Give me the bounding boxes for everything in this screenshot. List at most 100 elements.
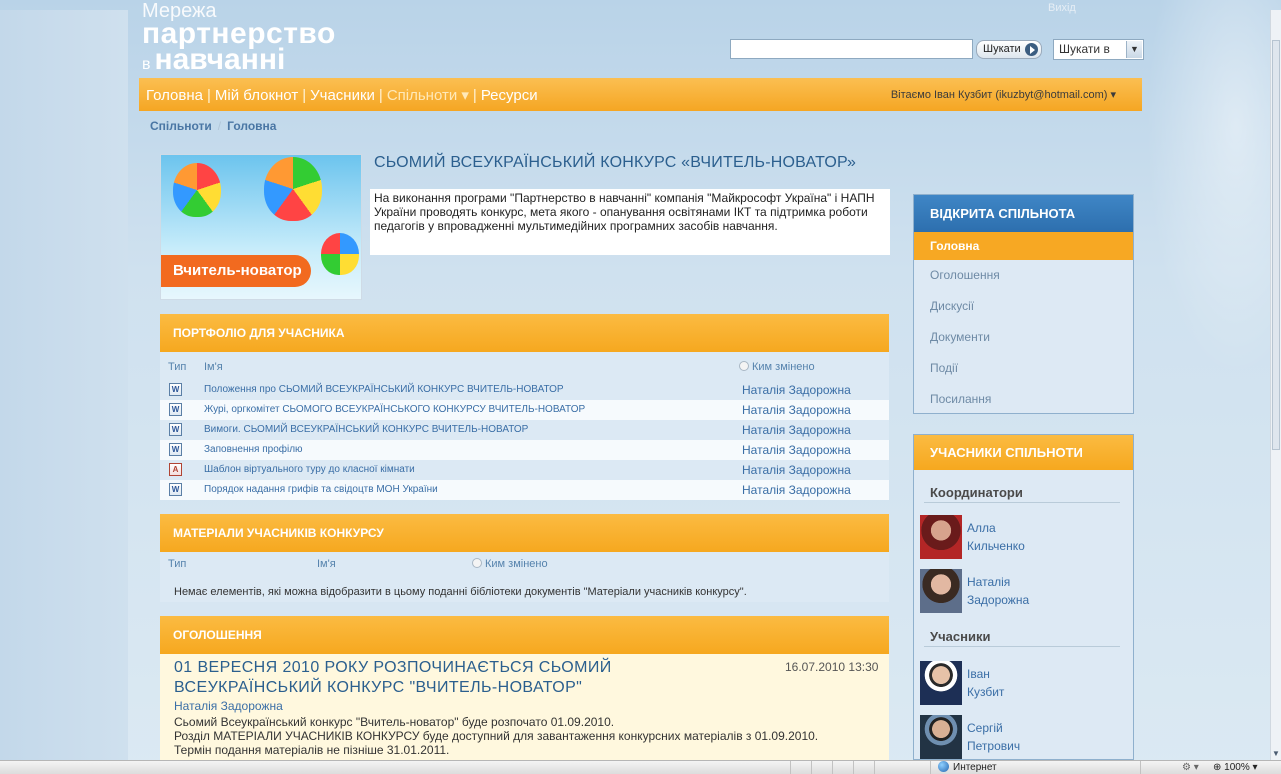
status-cell bbox=[811, 761, 812, 774]
table-row[interactable]: W Порядок надання грифів та свідоцтв МОН… bbox=[160, 480, 889, 500]
scrollbar-thumb[interactable] bbox=[1272, 40, 1280, 450]
column-type[interactable]: Тип bbox=[168, 361, 186, 373]
sidebar-item-links[interactable]: Посилання bbox=[914, 384, 1133, 415]
status-cell bbox=[832, 761, 833, 774]
contest-banner-image: Вчитель-новатор bbox=[160, 154, 362, 300]
community-members: УЧАСНИКИ СПІЛЬНОТИ Координатори Алла Киль… bbox=[913, 434, 1134, 760]
member-card[interactable]: Алла Кильченко bbox=[920, 515, 1120, 561]
document-link[interactable]: Вимоги. СЬОМИЙ ВСЕУКРАЇНСЬКИЙ КОНКУРС ВЧ… bbox=[204, 424, 528, 435]
table-row[interactable]: W Заповнення профілю Наталія Задорожна bbox=[160, 440, 889, 460]
logo-small-word: в bbox=[142, 56, 151, 73]
go-arrow-icon bbox=[1024, 43, 1038, 56]
sort-radio-icon bbox=[739, 361, 749, 371]
sidebar-item-documents[interactable]: Документи bbox=[914, 322, 1133, 353]
nav-separator: | bbox=[207, 87, 211, 104]
avatar[interactable] bbox=[920, 515, 962, 559]
word-doc-icon: W bbox=[169, 443, 182, 456]
materials-heading: МАТЕРІАЛИ УЧАСНИКІВ КОНКУРСУ bbox=[160, 514, 889, 552]
member-card[interactable]: Сергій Петрович bbox=[920, 715, 1120, 760]
nav-home[interactable]: Головна bbox=[146, 87, 203, 104]
modified-by-link[interactable]: Наталія Задорожна bbox=[742, 403, 851, 417]
announcement-line: Розділ МАТЕРІАЛИ УЧАСНИКІВ КОНКУРСУ буде… bbox=[174, 729, 819, 743]
document-link[interactable]: Журі, оргкомітет СЬОМОГО ВСЕУКРАЇНСЬКОГО… bbox=[204, 404, 585, 415]
breadcrumb-root[interactable]: Спільноти bbox=[150, 119, 212, 133]
members-heading: УЧАСНИКИ СПІЛЬНОТИ bbox=[914, 435, 1133, 470]
column-name[interactable]: Ім'я bbox=[317, 558, 336, 570]
member-name[interactable]: Наталія Задорожна bbox=[967, 573, 1029, 609]
community-menu-heading: ВІДКРИТА СПІЛЬНОТА bbox=[914, 195, 1133, 232]
table-row[interactable]: W Вимоги. СЬОМИЙ ВСЕУКРАЇНСЬКИЙ КОНКУРС … bbox=[160, 420, 889, 440]
coordinators-label: Координатори bbox=[930, 485, 1023, 500]
member-last-name: Кузбит bbox=[967, 685, 1005, 699]
breadcrumb-current[interactable]: Головна bbox=[227, 119, 276, 133]
search-scope-select[interactable]: Шукати в ▼ bbox=[1053, 39, 1144, 60]
logo-big-word: навчанні bbox=[154, 43, 286, 76]
search-button[interactable]: Шукати bbox=[976, 40, 1042, 59]
status-cell bbox=[853, 761, 854, 774]
sidebar-item-home[interactable]: Головна bbox=[914, 232, 1133, 260]
announcement-title[interactable]: 01 ВЕРЕСНЯ 2010 РОКУ РОЗПОЧИНАЄТЬСЯ СЬОМ… bbox=[174, 658, 734, 698]
sidebar-item-announcements[interactable]: Оголошення bbox=[914, 260, 1133, 291]
sidebar-item-events[interactable]: Події bbox=[914, 353, 1133, 384]
announcements-heading: ОГОЛОШЕННЯ bbox=[160, 616, 889, 654]
member-name[interactable]: Алла Кильченко bbox=[967, 519, 1025, 555]
modified-by-link[interactable]: Наталія Задорожна bbox=[742, 443, 851, 457]
empty-library-message: Немає елементів, які можна відобразити в… bbox=[174, 586, 747, 598]
chevron-down-icon[interactable]: ▼ bbox=[1126, 41, 1142, 58]
avatar[interactable] bbox=[920, 715, 962, 759]
nav-members[interactable]: Учасники bbox=[310, 87, 375, 104]
modified-by-link[interactable]: Наталія Задорожна bbox=[742, 463, 851, 477]
modified-by-link[interactable]: Наталія Задорожна bbox=[742, 383, 851, 397]
column-modified-by[interactable]: Ким змінено bbox=[739, 361, 815, 373]
announcement-author[interactable]: Наталія Задорожна bbox=[174, 699, 283, 713]
document-link[interactable]: Заповнення профілю bbox=[204, 444, 303, 455]
modified-by-link[interactable]: Наталія Задорожна bbox=[742, 423, 851, 437]
table-row[interactable]: A Шаблон віртуального туру до класної кі… bbox=[160, 460, 889, 480]
member-card[interactable]: Іван Кузбит bbox=[920, 661, 1120, 707]
document-link[interactable]: Порядок надання грифів та свідоцтв МОН У… bbox=[204, 484, 438, 495]
avatar[interactable] bbox=[920, 661, 962, 705]
zoom-level[interactable]: ⊕ 100% ▾ bbox=[1213, 761, 1258, 774]
protected-mode-icon[interactable]: ⚙ ▾ bbox=[1182, 761, 1199, 774]
column-type[interactable]: Тип bbox=[168, 558, 186, 570]
announcement-text: Сьомий Всеукраїнський конкурс "Вчитель-н… bbox=[174, 715, 818, 757]
document-link[interactable]: Шаблон віртуального туру до класної кімн… bbox=[204, 464, 415, 475]
table-row[interactable]: W Журі, оргкомітет СЬОМОГО ВСЕУКРАЇНСЬКО… bbox=[160, 400, 889, 420]
table-row[interactable]: W Положення про СЬОМИЙ ВСЕУКРАЇНСЬКИЙ КО… bbox=[160, 380, 889, 400]
word-doc-icon: W bbox=[169, 403, 182, 416]
search-input[interactable] bbox=[730, 39, 973, 59]
web-page: Мережа партнерство в навчанні Вихід Шукат… bbox=[0, 0, 1281, 760]
member-card[interactable]: Наталія Задорожна bbox=[920, 569, 1120, 615]
scroll-down-icon[interactable]: ▼ bbox=[1272, 749, 1280, 758]
nav-separator: | bbox=[472, 87, 477, 104]
member-name[interactable]: Сергій Петрович bbox=[967, 719, 1020, 755]
member-name[interactable]: Іван Кузбит bbox=[967, 665, 1004, 701]
search-button-label: Шукати bbox=[983, 43, 1021, 55]
logout-link[interactable]: Вихід bbox=[1048, 2, 1076, 14]
member-first-name: Сергій bbox=[967, 721, 1003, 735]
vertical-scrollbar[interactable]: ▼ bbox=[1270, 10, 1281, 760]
user-greeting-menu[interactable]: Вітаємо Іван Кузбит (ikuzbyt@hotmail.com… bbox=[891, 88, 1116, 101]
nav-resources[interactable]: Ресурси bbox=[481, 87, 538, 104]
balloon-icon bbox=[321, 233, 359, 275]
banner-caption: Вчитель-новатор bbox=[161, 255, 311, 287]
avatar[interactable] bbox=[920, 569, 962, 613]
balloon-icon bbox=[264, 157, 322, 221]
word-doc-icon: W bbox=[169, 483, 182, 496]
column-modified-label: Ким змінено bbox=[485, 558, 548, 570]
member-first-name: Іван bbox=[967, 667, 990, 681]
document-link[interactable]: Положення про СЬОМИЙ ВСЕУКРАЇНСЬКИЙ КОНК… bbox=[204, 384, 564, 395]
sidebar-item-discussions[interactable]: Дискусії bbox=[914, 291, 1133, 322]
balloon-icon bbox=[173, 163, 221, 217]
nav-separator: | bbox=[302, 87, 307, 104]
modified-by-link[interactable]: Наталія Задорожна bbox=[742, 483, 851, 497]
logo-line-3[interactable]: в навчанні bbox=[142, 43, 286, 79]
nav-notebook[interactable]: Мій блокнот bbox=[215, 87, 298, 104]
portfolio-heading: ПОРТФОЛІО ДЛЯ УЧАСНИКА bbox=[160, 314, 889, 352]
column-modified-by[interactable]: Ким змінено bbox=[472, 558, 548, 570]
status-cell bbox=[1140, 761, 1141, 774]
security-zone[interactable]: Интернет bbox=[938, 761, 997, 774]
column-name[interactable]: Ім'я bbox=[204, 361, 223, 373]
status-cell bbox=[790, 761, 791, 774]
nav-communities[interactable]: Спільноти ▾ bbox=[387, 87, 469, 104]
